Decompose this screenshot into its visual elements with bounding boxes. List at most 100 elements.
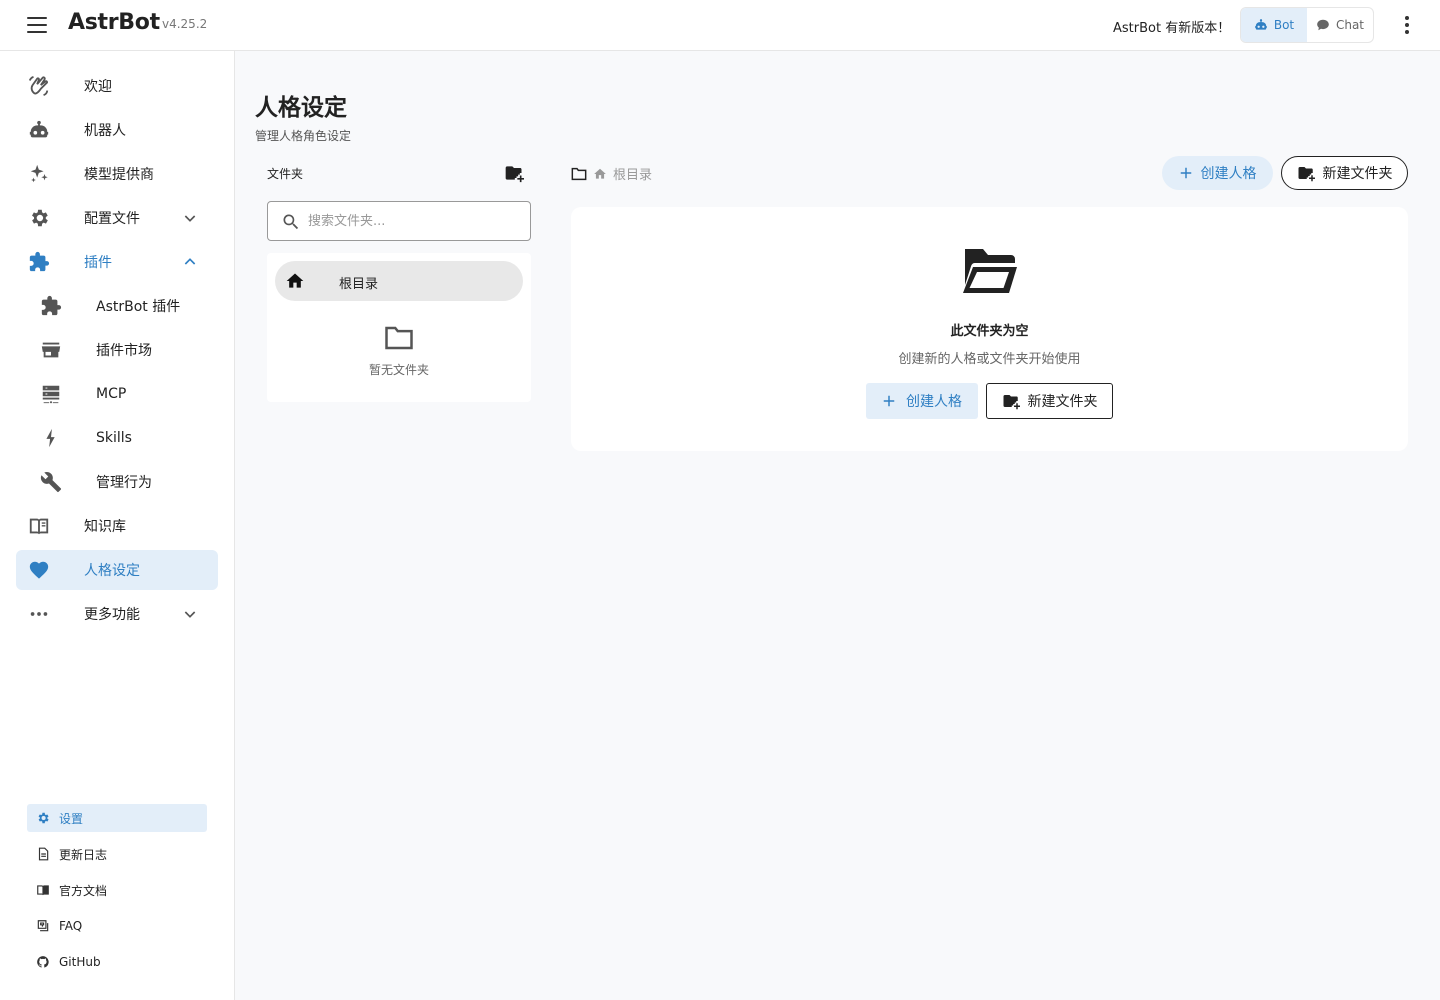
sidebar: 欢迎 机器人 模型提供商 配置文件 插件 AstrBot 插件 插件市场 MCP… bbox=[0, 51, 235, 1000]
sidebar-item-more[interactable]: 更多功能 bbox=[16, 594, 218, 634]
store-icon bbox=[40, 339, 62, 361]
sidebar-item-label: 插件市场 bbox=[96, 343, 152, 359]
folder-tree-root[interactable]: 根目录 bbox=[275, 261, 523, 301]
sidebar-item-welcome[interactable]: 欢迎 bbox=[16, 66, 218, 106]
sidebar-item-label: 知识库 bbox=[84, 519, 126, 535]
sidebar-item-label: 欢迎 bbox=[84, 79, 112, 95]
sidebar-item-label: 人格设定 bbox=[84, 563, 140, 579]
chat-bubble-icon bbox=[1317, 19, 1329, 31]
chevron-down-icon bbox=[184, 611, 196, 618]
sidebar-item-astrbot-plugins[interactable]: AstrBot 插件 bbox=[16, 286, 218, 326]
mode-chat-button[interactable]: Chat bbox=[1307, 8, 1373, 42]
sidebar-item-label: 模型提供商 bbox=[84, 167, 154, 183]
heart-icon bbox=[28, 559, 50, 581]
more-vertical-icon[interactable] bbox=[1398, 14, 1416, 36]
new-folder-icon[interactable] bbox=[504, 163, 524, 183]
home-icon bbox=[594, 168, 606, 179]
sidebar-item-model-providers[interactable]: 模型提供商 bbox=[16, 154, 218, 194]
mode-toggle: Bot Chat bbox=[1240, 7, 1374, 43]
plus-icon bbox=[1180, 167, 1191, 179]
sidebar-item-label: 管理行为 bbox=[96, 475, 152, 491]
sidebar-item-persona[interactable]: 人格设定 bbox=[16, 550, 218, 590]
server-icon bbox=[40, 383, 62, 405]
sidebar-item-knowledge-base[interactable]: 知识库 bbox=[16, 506, 218, 546]
new-folder-label: 新建文件夹 bbox=[1322, 166, 1393, 182]
update-notice[interactable]: AstrBot 有新版本！ bbox=[1113, 17, 1230, 36]
sidebar-item-label: Skills bbox=[96, 430, 132, 446]
sparkle-icon bbox=[28, 163, 50, 185]
puzzle-icon bbox=[28, 251, 50, 273]
empty-folders-text: 暂无文件夹 bbox=[368, 363, 429, 377]
bolt-icon bbox=[40, 427, 62, 449]
sidebar-item-label: 机器人 bbox=[84, 123, 126, 139]
sidebar-item-label: MCP bbox=[96, 386, 127, 402]
dots-icon bbox=[28, 603, 50, 625]
gear-icon bbox=[28, 207, 50, 229]
plus-icon bbox=[883, 395, 895, 407]
breadcrumb-root[interactable]: 根目录 bbox=[613, 164, 652, 183]
home-icon bbox=[286, 273, 304, 288]
folder-panel-title: 文件夹 bbox=[267, 167, 304, 181]
sidebar-item-label: AstrBot 插件 bbox=[96, 299, 181, 315]
folder-outline-icon bbox=[571, 167, 587, 180]
book-icon bbox=[37, 885, 49, 896]
footer-item-settings[interactable]: 设置 bbox=[27, 804, 207, 832]
sidebar-item-label: 更多功能 bbox=[84, 607, 140, 623]
folder-search-box bbox=[267, 201, 531, 241]
create-persona-button[interactable]: 创建人格 bbox=[1162, 156, 1273, 190]
mode-chat-label: Chat bbox=[1335, 18, 1365, 32]
sidebar-item-mcp[interactable]: MCP bbox=[16, 374, 218, 414]
footer-item-label: GitHub bbox=[59, 955, 101, 969]
new-folder-icon bbox=[1003, 395, 1020, 410]
new-folder-label: 新建文件夹 bbox=[1027, 394, 1098, 410]
page-title: 人格设定 bbox=[255, 95, 347, 121]
sidebar-item-plugins[interactable]: 插件 bbox=[16, 242, 218, 282]
empty-state-title: 此文件夹为空 bbox=[950, 324, 1029, 339]
robot-icon bbox=[1255, 19, 1267, 30]
footer-item-faq[interactable]: FAQ bbox=[27, 912, 207, 940]
sidebar-item-plugin-market[interactable]: 插件市场 bbox=[16, 330, 218, 370]
chevron-up-icon bbox=[184, 258, 196, 265]
new-folder-button[interactable]: 新建文件夹 bbox=[1281, 156, 1408, 190]
sidebar-item-skills[interactable]: Skills bbox=[16, 418, 218, 458]
sidebar-item-config[interactable]: 配置文件 bbox=[16, 198, 218, 238]
search-icon bbox=[283, 214, 299, 230]
faq-icon bbox=[37, 920, 49, 932]
puzzle-icon bbox=[40, 295, 62, 317]
footer-item-label: 官方文档 bbox=[59, 883, 108, 898]
create-persona-button[interactable]: 创建人格 bbox=[866, 383, 978, 419]
welcome-icon bbox=[28, 75, 50, 97]
footer-item-label: 设置 bbox=[59, 811, 84, 826]
root-label: 根目录 bbox=[339, 277, 379, 292]
top-bar: AstrBot v4.25.2 AstrBot 有新版本！ Bot Chat bbox=[0, 0, 1440, 51]
footer-item-docs[interactable]: 官方文档 bbox=[27, 876, 207, 904]
menu-icon[interactable] bbox=[26, 15, 48, 35]
folder-outline-icon bbox=[385, 326, 413, 350]
document-icon bbox=[38, 847, 49, 861]
footer-item-label: FAQ bbox=[59, 919, 83, 933]
page-subtitle: 管理人格角色设定 bbox=[255, 129, 352, 143]
sidebar-item-label: 配置文件 bbox=[84, 211, 140, 227]
mode-bot-label: Bot bbox=[1273, 18, 1295, 32]
chevron-down-icon bbox=[184, 215, 196, 222]
footer-item-label: 更新日志 bbox=[59, 847, 108, 862]
footer-item-changelog[interactable]: 更新日志 bbox=[27, 840, 207, 868]
app-name: AstrBot bbox=[68, 10, 160, 35]
sidebar-item-robot[interactable]: 机器人 bbox=[16, 110, 218, 150]
github-icon bbox=[37, 956, 49, 968]
footer-item-github[interactable]: GitHub bbox=[27, 948, 207, 976]
empty-state-description: 创建新的人格或文件夹开始使用 bbox=[898, 352, 1081, 367]
new-folder-button[interactable]: 新建文件夹 bbox=[986, 383, 1113, 419]
mode-bot-button[interactable]: Bot bbox=[1241, 8, 1307, 42]
folder-search-input[interactable] bbox=[308, 202, 523, 240]
robot-icon bbox=[28, 119, 50, 141]
sidebar-item-label: 插件 bbox=[84, 255, 112, 271]
create-persona-label: 创建人格 bbox=[906, 394, 962, 410]
book-icon bbox=[28, 515, 50, 537]
sidebar-item-behaviors[interactable]: 管理行为 bbox=[16, 462, 218, 502]
folder-open-icon bbox=[963, 249, 1017, 293]
wrench-icon bbox=[40, 471, 62, 493]
gear-icon bbox=[38, 812, 49, 824]
version-label: v4.25.2 bbox=[162, 17, 208, 31]
folder-tree: 根目录 暂无文件夹 bbox=[267, 253, 531, 402]
